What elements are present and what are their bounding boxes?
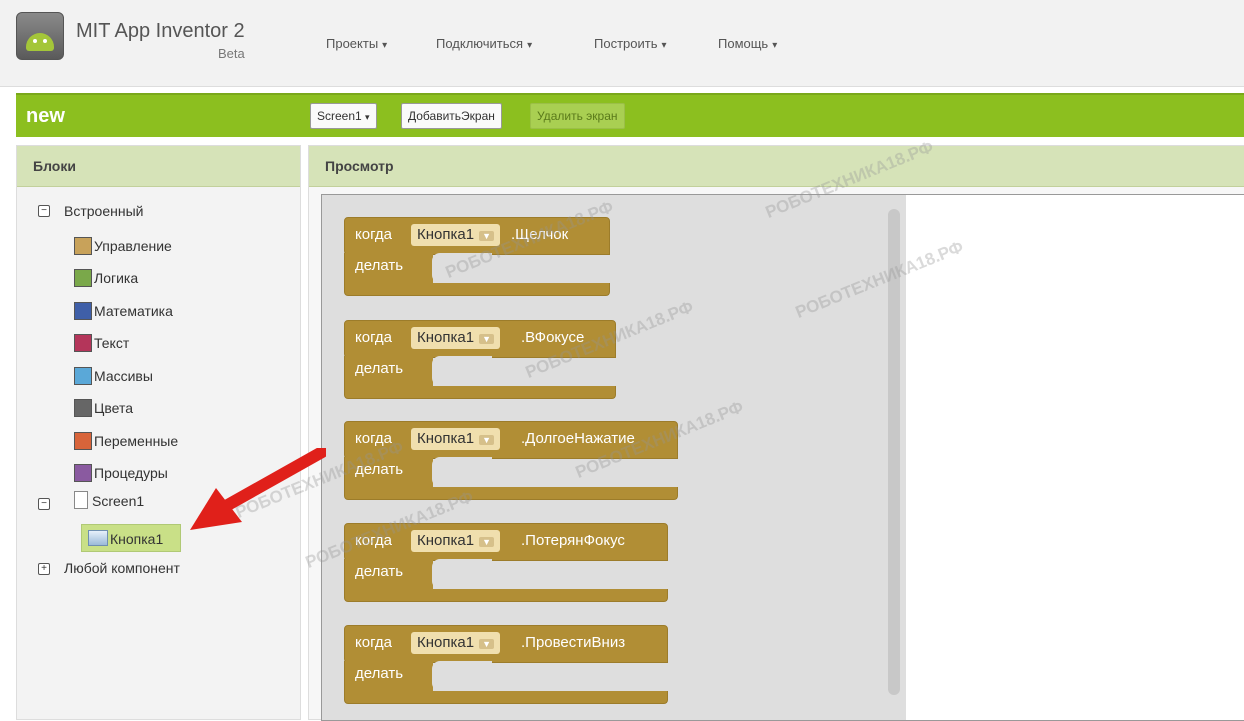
tree-item-button1[interactable]: Кнопка1 — [81, 524, 181, 552]
screen-icon — [74, 491, 88, 509]
add-screen-button[interactable]: ДобавитьЭкран — [401, 103, 502, 129]
component-dropdown[interactable]: Кнопка1 ▼ — [411, 428, 500, 450]
blocks-panel-header: Блоки — [17, 146, 300, 187]
drawer-variables-label: Переменные — [94, 433, 179, 449]
menu-connect[interactable]: Подключиться ▾ — [436, 36, 532, 51]
do-slot[interactable] — [432, 457, 492, 487]
variables-swatch-icon — [74, 432, 92, 450]
drawer-control-label: Управление — [94, 238, 172, 254]
chevron-down-icon: ▼ — [479, 231, 494, 241]
do-keyword: делать — [355, 665, 404, 682]
do-slot[interactable] — [432, 559, 492, 589]
component-dropdown[interactable]: Кнопка1 ▼ — [411, 530, 500, 552]
project-toolbar: new Screen1 ▾ ДобавитьЭкран Удалить экра… — [16, 93, 1244, 137]
chevron-down-icon: ▼ — [479, 334, 494, 344]
red-arrow-icon — [190, 448, 326, 530]
app-beta-label: Beta — [218, 46, 245, 61]
chevron-down-icon: ▾ — [527, 40, 533, 51]
do-keyword: делать — [355, 563, 404, 580]
text-swatch-icon — [74, 334, 92, 352]
project-name: new — [26, 105, 65, 127]
screen-select-dropdown[interactable]: Screen1 ▾ — [310, 103, 377, 129]
chevron-down-icon: ▾ — [365, 112, 370, 122]
menu-build-label: Построить — [594, 36, 658, 51]
workspace-title: Просмотр — [325, 158, 394, 174]
drawer-math-label: Математика — [94, 303, 173, 319]
lists-swatch-icon — [74, 367, 92, 385]
workspace-header: Просмотр — [309, 146, 1244, 187]
chevron-down-icon: ▾ — [661, 40, 667, 51]
chevron-down-icon: ▾ — [382, 40, 388, 51]
logic-swatch-icon — [74, 269, 92, 287]
when-keyword: когда — [355, 329, 392, 346]
button-component-icon — [88, 530, 108, 546]
component-dropdown[interactable]: Кнопка1 ▼ — [411, 327, 500, 349]
component-dropdown-label: Кнопка1 — [417, 430, 475, 447]
app-title: MIT App Inventor 2 — [76, 20, 245, 42]
component-dropdown-label: Кнопка1 — [417, 634, 475, 651]
menu-projects[interactable]: Проекты ▾ — [326, 36, 387, 51]
when-keyword: когда — [355, 226, 392, 243]
event-name: .ПотерянФокус — [521, 532, 625, 549]
component-dropdown-label: Кнопка1 — [417, 532, 475, 549]
menu-help[interactable]: Помощь ▾ — [718, 36, 777, 51]
do-slot[interactable] — [432, 356, 492, 386]
component-dropdown[interactable]: Кнопка1 ▼ — [411, 224, 500, 246]
event-name: .ПровестиВниз — [521, 634, 626, 651]
drawer-text-label: Текст — [94, 335, 130, 351]
remove-screen-button[interactable]: Удалить экран — [530, 103, 625, 129]
do-keyword: делать — [355, 257, 404, 274]
screen1-tree-label[interactable]: Screen1 — [92, 493, 144, 509]
math-swatch-icon — [74, 302, 92, 320]
drawer-logic-label: Логика — [94, 270, 139, 286]
component-dropdown-label: Кнопка1 — [417, 329, 475, 346]
screen-select-label: Screen1 — [317, 109, 362, 123]
app-inventor-logo-icon[interactable] — [16, 12, 64, 60]
do-keyword: делать — [355, 360, 404, 377]
control-swatch-icon — [74, 237, 92, 255]
component-dropdown-label: Кнопка1 — [417, 226, 475, 243]
chevron-down-icon: ▼ — [479, 537, 494, 547]
top-header: MIT App Inventor 2 Beta Проекты ▾ Подключ… — [0, 0, 1244, 87]
drawer-procedures-label: Процедуры — [94, 465, 168, 481]
colors-swatch-icon — [74, 399, 92, 417]
builtin-group-label[interactable]: Встроенный — [64, 203, 143, 219]
expand-toggle-icon[interactable]: + — [38, 563, 50, 575]
event-block-touchdown[interactable]: когда Кнопка1 ▼ .ПровестиВниз делать — [344, 625, 668, 705]
collapse-toggle-icon[interactable]: − — [38, 498, 50, 510]
do-slot[interactable] — [432, 661, 492, 691]
chevron-down-icon: ▼ — [479, 639, 494, 649]
menu-help-label: Помощь — [718, 36, 769, 51]
chevron-down-icon: ▾ — [772, 40, 778, 51]
blocks-workspace: Просмотр когда Кнопка1 ▼ .Щелчок делать ког… — [308, 145, 1244, 721]
menu-connect-label: Подключиться — [436, 36, 524, 51]
component-dropdown[interactable]: Кнопка1 ▼ — [411, 632, 500, 654]
when-keyword: когда — [355, 634, 392, 651]
event-name: .ДолгоеНажатие — [521, 430, 635, 447]
any-component-label[interactable]: Любой компонент — [64, 560, 180, 576]
blocks-panel-title: Блоки — [33, 158, 76, 174]
drawer-lists-label: Массивы — [94, 368, 153, 384]
menu-projects-label: Проекты — [326, 36, 379, 51]
tree-item-button1-label: Кнопка1 — [110, 531, 164, 547]
procedures-swatch-icon — [74, 464, 92, 482]
chevron-down-icon: ▼ — [479, 435, 494, 445]
menu-build[interactable]: Построить ▾ — [594, 36, 667, 51]
drawer-colors-label: Цвета — [94, 400, 133, 416]
collapse-toggle-icon[interactable]: − — [38, 205, 50, 217]
